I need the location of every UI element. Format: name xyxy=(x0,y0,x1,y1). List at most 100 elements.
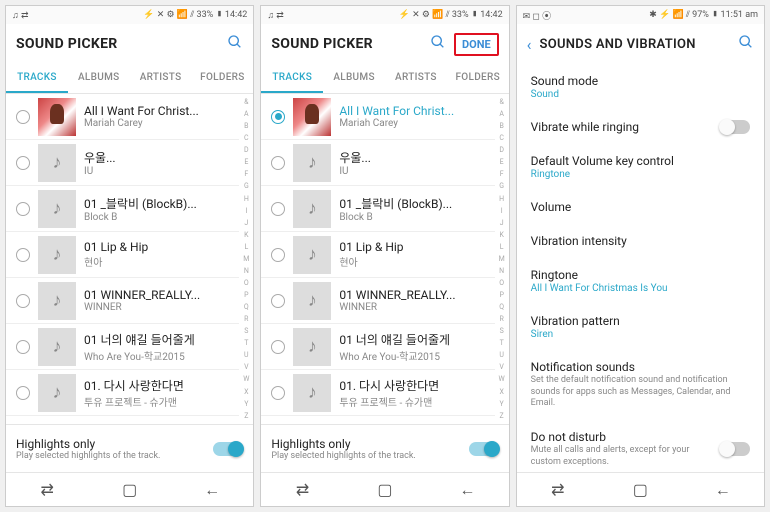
index-letter[interactable]: D xyxy=(241,146,251,154)
index-letter[interactable]: C xyxy=(497,134,507,142)
index-letter[interactable]: A xyxy=(497,110,507,118)
radio-select[interactable] xyxy=(16,202,30,216)
index-letter[interactable]: H xyxy=(497,195,507,203)
radio-select[interactable] xyxy=(271,156,285,170)
index-letter[interactable]: K xyxy=(497,231,507,239)
index-letter[interactable]: O xyxy=(241,279,251,287)
index-letter[interactable]: W xyxy=(497,375,507,383)
alpha-index[interactable]: &ABCDEFGHIJKLMNOPQRSTUVWXYZ xyxy=(241,98,251,420)
tab-tracks[interactable]: TRACKS xyxy=(261,64,323,93)
index-letter[interactable]: U xyxy=(497,351,507,359)
index-letter[interactable]: Y xyxy=(497,400,507,408)
index-letter[interactable]: & xyxy=(241,98,251,106)
row-default-volume-key[interactable]: Default Volume key control Ringtone xyxy=(531,144,750,190)
row-notification-sounds[interactable]: Notification sounds Set the default noti… xyxy=(531,350,750,420)
track-row[interactable]: All I Want For Christ...Mariah Carey xyxy=(261,94,494,140)
track-row[interactable]: ♪우울...IU xyxy=(261,140,494,186)
index-letter[interactable]: M xyxy=(497,255,507,263)
nav-back-icon[interactable]: ← xyxy=(426,473,508,506)
index-letter[interactable]: F xyxy=(497,170,507,178)
index-letter[interactable]: I xyxy=(497,207,507,215)
row-vibrate-while-ringing[interactable]: Vibrate while ringing xyxy=(531,110,750,144)
index-letter[interactable]: D xyxy=(497,146,507,154)
nav-back-icon[interactable]: ← xyxy=(682,473,764,506)
settings-list[interactable]: Sound mode Sound Vibrate while ringing D… xyxy=(517,64,764,472)
index-letter[interactable]: X xyxy=(497,388,507,396)
row-vibration-intensity[interactable]: Vibration intensity xyxy=(531,224,750,258)
track-row[interactable]: ♪01 Lip & Hip현아 xyxy=(261,232,494,278)
back-icon[interactable]: ‹ xyxy=(527,35,532,54)
index-letter[interactable]: R xyxy=(497,315,507,323)
tab-artists[interactable]: ARTISTS xyxy=(130,64,192,93)
row-ringtone[interactable]: Ringtone All I Want For Christmas Is You xyxy=(531,258,750,304)
tab-tracks[interactable]: TRACKS xyxy=(6,64,68,93)
index-letter[interactable]: V xyxy=(497,363,507,371)
nav-home-icon[interactable]: ▢ xyxy=(88,473,170,506)
track-row[interactable]: ♪01 Lip & Hip현아 xyxy=(6,232,239,278)
index-letter[interactable]: S xyxy=(497,327,507,335)
toggle-vibrate-ringing[interactable] xyxy=(720,120,750,134)
radio-select[interactable] xyxy=(271,110,285,124)
track-row[interactable]: ♪01. 다시 사랑한다면투유 프로젝트 - 슈가맨 xyxy=(6,370,239,416)
tab-artists[interactable]: ARTISTS xyxy=(385,64,447,93)
index-letter[interactable]: W xyxy=(241,375,251,383)
track-row[interactable]: ♪01 너의 얘길 들어줄게Who Are You-학교2015 xyxy=(261,324,494,370)
radio-select[interactable] xyxy=(16,340,30,354)
index-letter[interactable]: C xyxy=(241,134,251,142)
radio-select[interactable] xyxy=(271,294,285,308)
index-letter[interactable]: & xyxy=(497,98,507,106)
nav-back-icon[interactable]: ← xyxy=(171,473,253,506)
index-letter[interactable]: N xyxy=(241,267,251,275)
index-letter[interactable]: T xyxy=(497,339,507,347)
row-sound-mode[interactable]: Sound mode Sound xyxy=(531,64,750,110)
index-letter[interactable]: Z xyxy=(497,412,507,420)
track-row[interactable]: ♪우울...IU xyxy=(6,140,239,186)
index-letter[interactable]: H xyxy=(241,195,251,203)
alpha-index[interactable]: &ABCDEFGHIJKLMNOPQRSTUVWXYZ xyxy=(497,98,507,420)
index-letter[interactable]: Q xyxy=(497,303,507,311)
track-row[interactable]: ♪01 너의 얘길 들어줄게Who Are You-학교2015 xyxy=(6,324,239,370)
row-volume[interactable]: Volume xyxy=(531,190,750,224)
search-icon[interactable] xyxy=(738,34,754,54)
track-row[interactable]: ♪01. 다시 사랑한다면투유 프로젝트 - 슈가맨 xyxy=(261,370,494,416)
track-row[interactable]: ♪01 WINNER_REALLY...WINNER xyxy=(261,278,494,324)
index-letter[interactable]: S xyxy=(241,327,251,335)
index-letter[interactable]: L xyxy=(497,243,507,251)
index-letter[interactable]: F xyxy=(241,170,251,178)
tab-albums[interactable]: ALBUMS xyxy=(323,64,385,93)
radio-select[interactable] xyxy=(16,386,30,400)
index-letter[interactable]: X xyxy=(241,388,251,396)
track-list[interactable]: All I Want For Christ...Mariah Carey♪우울.… xyxy=(261,94,508,424)
index-letter[interactable]: U xyxy=(241,351,251,359)
index-letter[interactable]: A xyxy=(241,110,251,118)
index-letter[interactable]: O xyxy=(497,279,507,287)
search-icon[interactable] xyxy=(430,34,446,54)
index-letter[interactable]: L xyxy=(241,243,251,251)
done-button[interactable]: DONE xyxy=(454,33,499,56)
index-letter[interactable]: B xyxy=(497,122,507,130)
index-letter[interactable]: P xyxy=(497,291,507,299)
row-do-not-disturb[interactable]: Do not disturb Mute all calls and alerts… xyxy=(531,420,750,472)
tab-albums[interactable]: ALBUMS xyxy=(68,64,130,93)
toggle-dnd[interactable] xyxy=(720,442,750,456)
index-letter[interactable]: K xyxy=(241,231,251,239)
track-row[interactable]: ♪01 _블락비 (BlockB)...Block B xyxy=(6,186,239,232)
index-letter[interactable]: Z xyxy=(241,412,251,420)
index-letter[interactable]: R xyxy=(241,315,251,323)
index-letter[interactable]: J xyxy=(241,219,251,227)
track-row[interactable]: ♪01 WINNER_REALLY...WINNER xyxy=(6,278,239,324)
track-row[interactable]: ♪01 _블락비 (BlockB)...Block B xyxy=(261,186,494,232)
nav-recents-icon[interactable]: ⇄ xyxy=(6,473,88,506)
index-letter[interactable]: J xyxy=(497,219,507,227)
index-letter[interactable]: N xyxy=(497,267,507,275)
radio-select[interactable] xyxy=(16,248,30,262)
nav-recents-icon[interactable]: ⇄ xyxy=(261,473,343,506)
radio-select[interactable] xyxy=(16,110,30,124)
radio-select[interactable] xyxy=(271,386,285,400)
tab-folders[interactable]: FOLDERS xyxy=(447,64,509,93)
highlights-toggle[interactable] xyxy=(213,442,243,456)
row-vibration-pattern[interactable]: Vibration pattern Siren xyxy=(531,304,750,350)
index-letter[interactable]: M xyxy=(241,255,251,263)
nav-home-icon[interactable]: ▢ xyxy=(599,473,681,506)
radio-select[interactable] xyxy=(271,340,285,354)
